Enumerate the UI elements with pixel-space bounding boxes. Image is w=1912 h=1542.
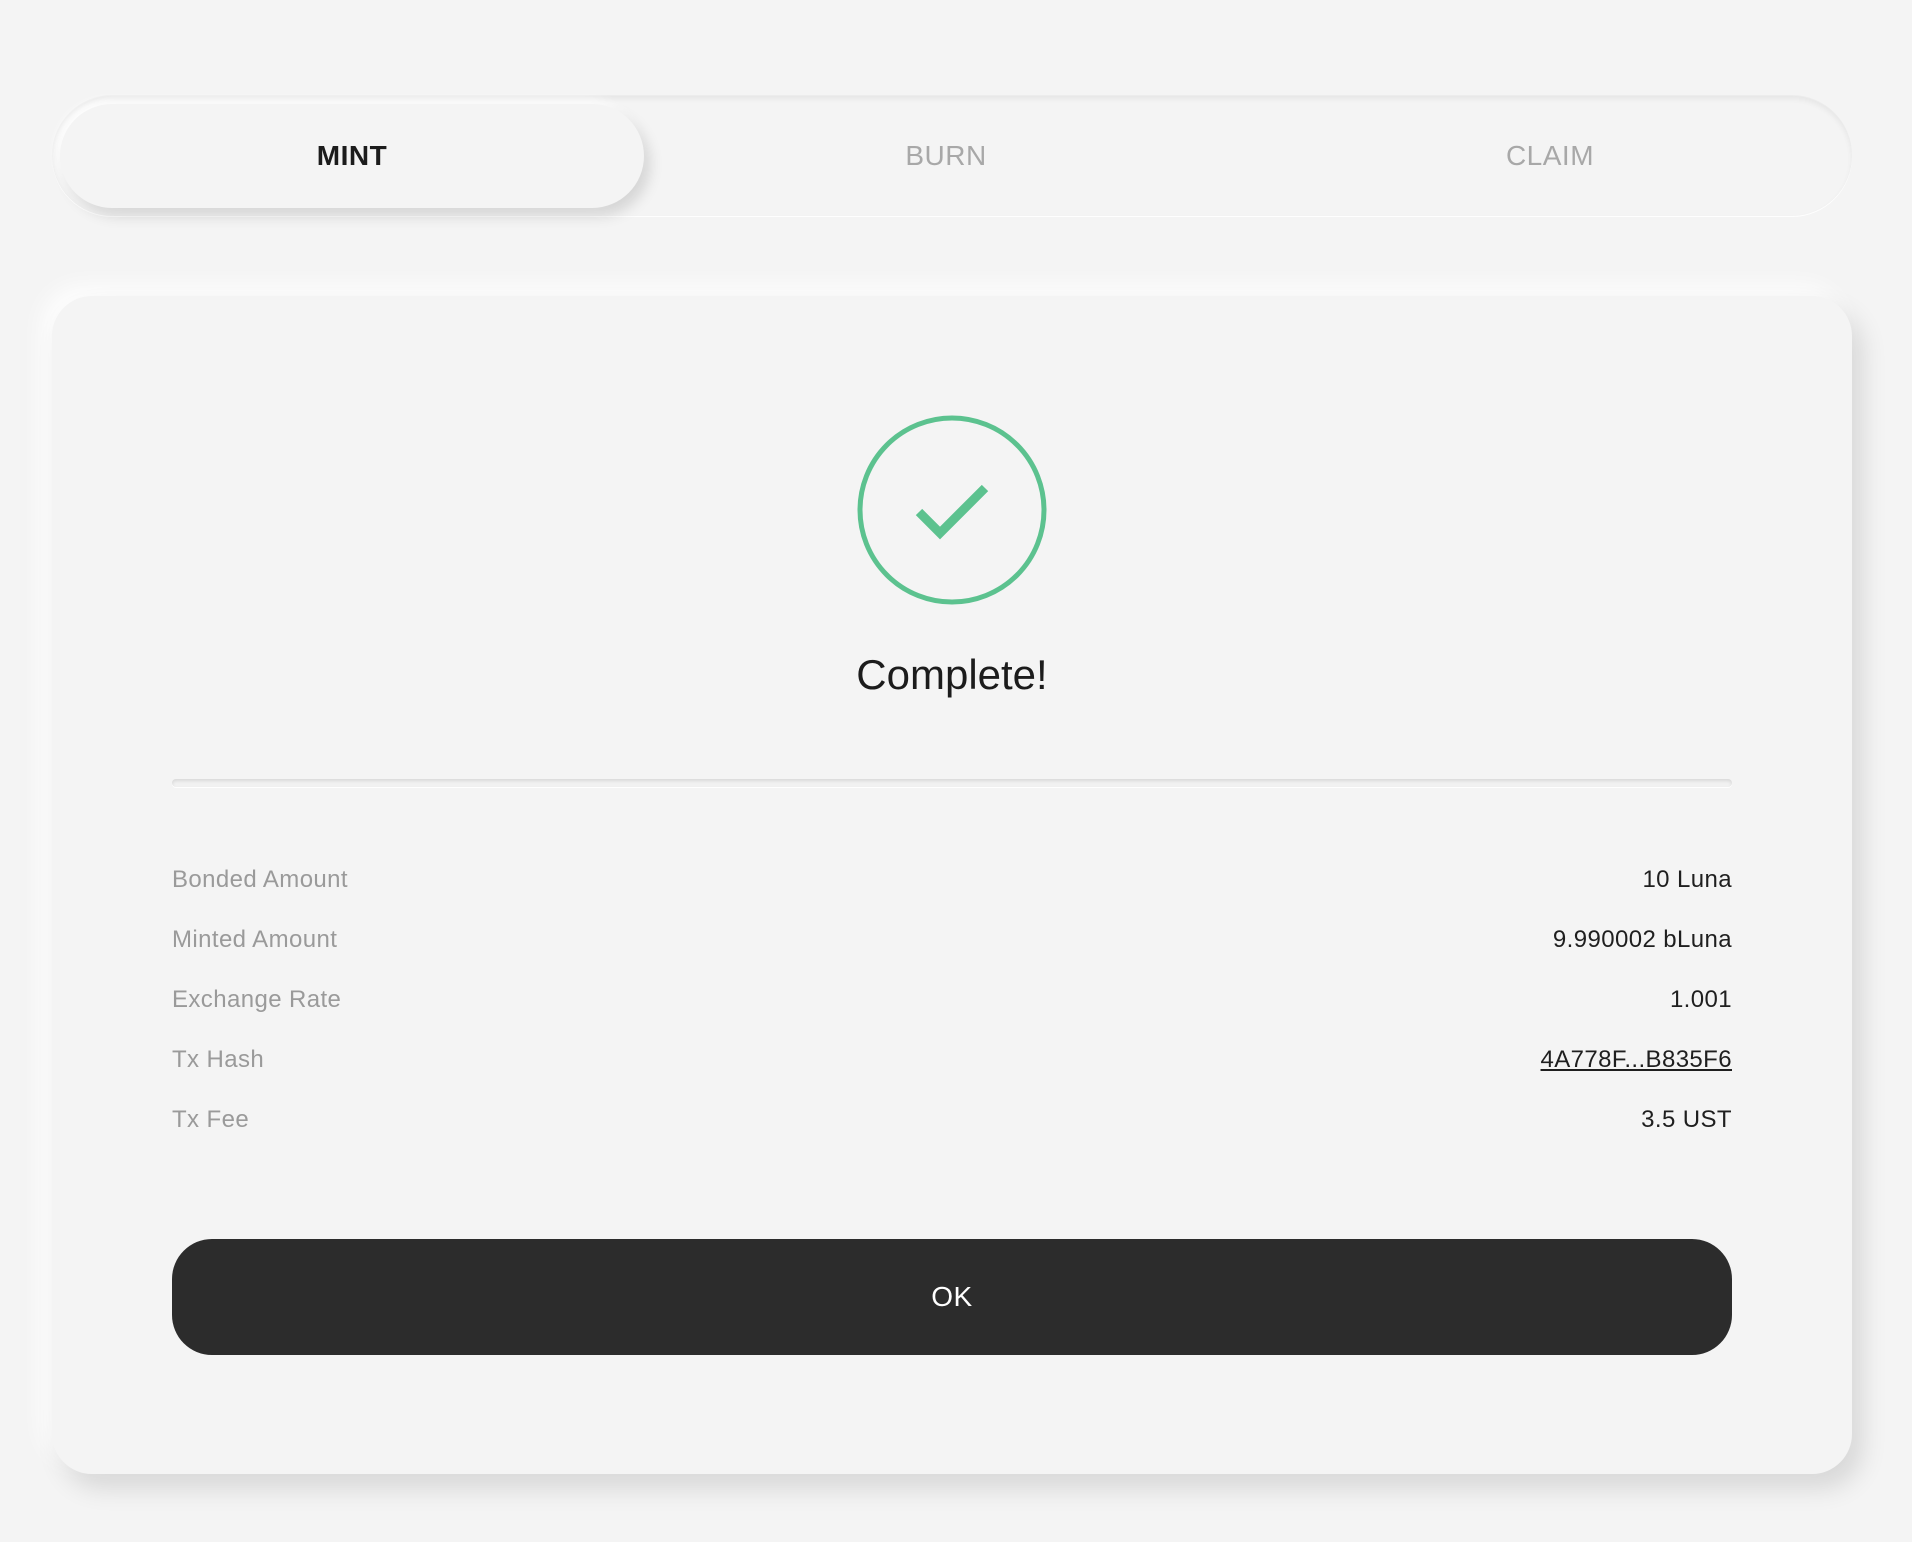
detail-label: Tx Fee xyxy=(172,1106,250,1133)
detail-label: Tx Hash xyxy=(172,1046,265,1073)
tx-hash-link[interactable]: 4A778F...B835F6 xyxy=(1541,1046,1732,1074)
detail-value: 3.5 UST xyxy=(1641,1106,1732,1133)
status-title: Complete! xyxy=(856,651,1048,698)
transaction-details: Bonded Amount 10 Luna Minted Amount 9.99… xyxy=(172,850,1732,1150)
detail-row-minted-amount: Minted Amount 9.990002 bLuna xyxy=(172,910,1732,970)
tab-burn[interactable]: BURN xyxy=(644,104,1248,208)
divider xyxy=(172,779,1732,787)
detail-row-exchange-rate: Exchange Rate 1.001 xyxy=(172,970,1732,1030)
ok-button[interactable]: OK xyxy=(172,1239,1732,1355)
detail-row-tx-fee: Tx Fee 3.5 UST xyxy=(172,1090,1732,1150)
detail-label: Bonded Amount xyxy=(172,866,349,893)
detail-row-bonded-amount: Bonded Amount 10 Luna xyxy=(172,850,1732,910)
detail-row-tx-hash: Tx Hash 4A778F...B835F6 xyxy=(172,1030,1732,1090)
tab-claim[interactable]: CLAIM xyxy=(1248,104,1852,208)
detail-label: Exchange Rate xyxy=(172,986,342,1013)
detail-label: Minted Amount xyxy=(172,926,338,953)
tab-mint[interactable]: MINT xyxy=(60,104,644,208)
detail-value: 10 Luna xyxy=(1642,866,1732,893)
detail-value: 1.001 xyxy=(1669,986,1732,1013)
tab-bar: MINT BURN CLAIM xyxy=(52,96,1852,216)
result-card: Complete! Bonded Amount 10 Luna Minted A… xyxy=(52,296,1852,1474)
check-circle-icon xyxy=(857,415,1047,605)
detail-value: 9.990002 bLuna xyxy=(1552,926,1732,953)
